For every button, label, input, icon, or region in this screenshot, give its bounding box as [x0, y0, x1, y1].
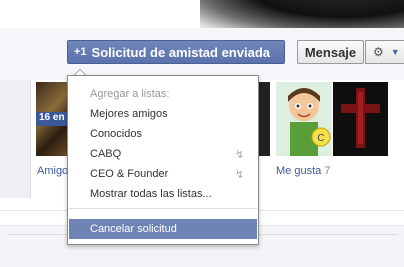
menu-item-ceo-founder[interactable]: CEO & Founder — [90, 168, 168, 180]
lightning-icon: ↯ — [235, 149, 245, 161]
friend-request-sent-button[interactable]: +1 Solicitud de amistad enviada — [67, 40, 285, 64]
message-button[interactable]: Mensaje — [297, 40, 364, 64]
page-thumbnail[interactable] — [333, 82, 388, 156]
cancel-request-label: Cancelar solicitud — [90, 223, 177, 235]
friends-thumbnail[interactable]: 16 en — [36, 82, 68, 156]
friends-count-badge: 16 en — [36, 112, 68, 126]
cross-artwork — [333, 82, 388, 156]
message-label: Mensaje — [304, 44, 357, 60]
cover-image — [200, 0, 404, 28]
cover-photo — [0, 0, 404, 28]
friends-caption[interactable]: Amigo — [37, 165, 68, 177]
gear-icon: ⚙ — [373, 45, 384, 59]
strip-left-panel — [0, 80, 31, 198]
cancel-request-item[interactable]: Cancelar solicitud — [69, 219, 257, 239]
lightning-icon: ↯ — [235, 169, 245, 181]
menu-item-cabq[interactable]: CABQ — [90, 148, 121, 160]
photo-thumbnail[interactable] — [258, 82, 270, 156]
menu-item-show-all-lists[interactable]: Mostrar todas las listas... — [90, 188, 212, 200]
user-plus-icon: +1 — [74, 46, 87, 58]
likes-caption: Me gusta 7 — [276, 165, 330, 177]
avatar-cartoon: C — [276, 82, 332, 156]
menu-item-mejores-amigos[interactable]: Mejores amigos — [90, 108, 168, 120]
friend-request-label: Solicitud de amistad enviada — [91, 44, 270, 60]
friends-link[interactable]: Amigo — [37, 165, 68, 177]
menu-divider — [69, 208, 257, 209]
likes-thumbnail[interactable]: C — [276, 82, 332, 156]
cover-left — [0, 0, 220, 28]
menu-heading: Agregar a listas: — [90, 88, 170, 100]
chevron-down-icon: ▼ — [390, 47, 400, 57]
likes-count: 7 — [324, 165, 331, 177]
svg-text:C: C — [317, 133, 324, 144]
friend-lists-menu: Agregar a listas: Mejores amigos Conocid… — [67, 75, 259, 245]
menu-item-conocidos[interactable]: Conocidos — [90, 128, 142, 140]
likes-link[interactable]: Me gusta — [276, 165, 321, 177]
settings-menu-button[interactable]: ⚙ ▼ — [365, 40, 404, 64]
